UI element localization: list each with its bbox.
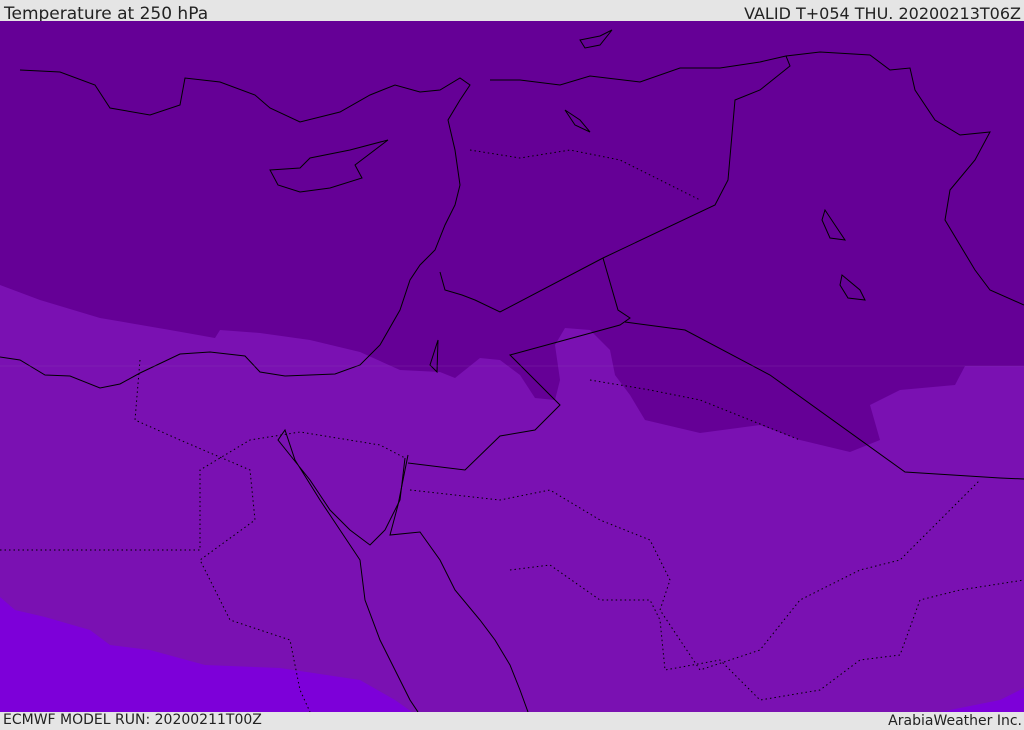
model-run: ECMWF MODEL RUN: 20200211T00Z: [3, 712, 262, 728]
header-bar: Temperature at 250 hPa VALID T+054 THU. …: [0, 0, 1024, 24]
footer-bar: ECMWF MODEL RUN: 20200211T00Z ArabiaWeat…: [0, 712, 1024, 729]
temperature-map: [0, 21, 1024, 712]
credit: ArabiaWeather Inc.: [888, 713, 1022, 729]
